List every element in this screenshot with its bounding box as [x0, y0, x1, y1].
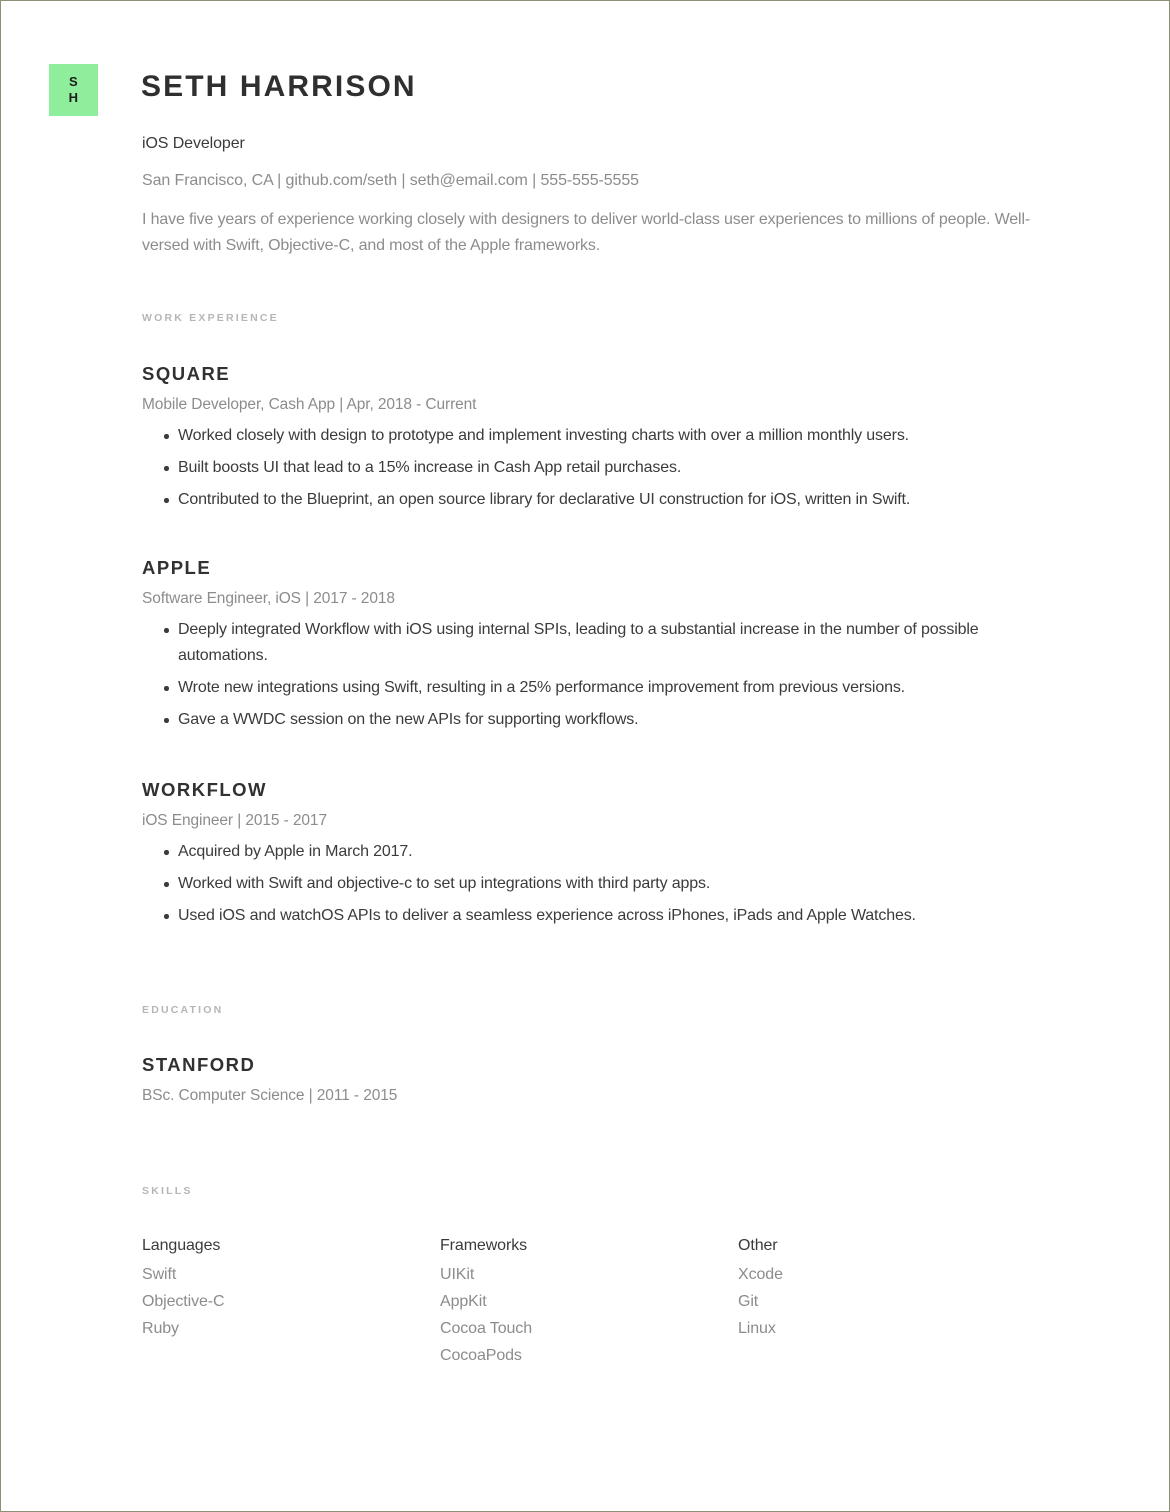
work-role-dates: Mobile Developer, Cash App | Apr, 2018 -… [142, 396, 477, 413]
candidate-role: iOS Developer [142, 135, 245, 152]
education-entry-stanford: STANFORD BSc. Computer Science | 2011 - … [142, 1054, 1042, 1105]
skills-column-title: Other [738, 1237, 778, 1254]
work-bullet: Wrote new integrations using Swift, resu… [142, 675, 1042, 701]
skills-column-languages: Languages Swift Objective-C Ruby [142, 1237, 225, 1342]
resume-sheet: S H SETH HARRISON iOS Developer San Fran… [1, 1, 1169, 1511]
work-bullet: Acquired by Apple in March 2017. [142, 839, 1042, 865]
skills-column-title: Languages [142, 1237, 221, 1254]
skills-column-other: Other Xcode Git Linux [738, 1237, 783, 1342]
section-label-education: EDUCATION [142, 1004, 224, 1016]
work-company-name: APPLE [142, 557, 212, 578]
skills-item: Git [738, 1293, 759, 1310]
work-bullet-list: Worked closely with design to prototype … [142, 423, 1042, 513]
work-bullet: Contributed to the Blueprint, an open so… [142, 487, 1042, 513]
candidate-summary: I have five years of experience working … [142, 211, 1031, 254]
contact-line: San Francisco, CA | github.com/seth | se… [142, 172, 639, 189]
resume-page: S H SETH HARRISON iOS Developer San Fran… [0, 0, 1170, 1512]
work-company-name: SQUARE [142, 363, 231, 384]
work-entry-square: SQUARE Mobile Developer, Cash App | Apr,… [142, 363, 1042, 519]
candidate-name: SETH HARRISON [141, 70, 417, 103]
section-label-skills: SKILLS [142, 1185, 193, 1197]
work-company-name: WORKFLOW [142, 779, 268, 800]
skills-item: Linux [738, 1320, 776, 1337]
work-bullet: Worked closely with design to prototype … [142, 423, 1042, 449]
skills-item: Objective-C [142, 1293, 225, 1310]
work-bullet-list: Acquired by Apple in March 2017. Worked … [142, 839, 1042, 929]
skills-item: UIKit [440, 1266, 475, 1283]
skills-item-list: Xcode Git Linux [738, 1261, 783, 1342]
work-role-dates: iOS Engineer | 2015 - 2017 [142, 812, 327, 829]
monogram-letter-bottom: H [68, 90, 79, 105]
work-bullet: Gave a WWDC session on the new APIs for … [142, 707, 1042, 733]
work-entry-apple: APPLE Software Engineer, iOS | 2017 - 20… [142, 557, 1042, 739]
work-entry-workflow: WORKFLOW iOS Engineer | 2015 - 2017 Acqu… [142, 779, 1042, 935]
skills-item: Swift [142, 1266, 177, 1283]
skills-column-title: Frameworks [440, 1237, 528, 1254]
work-bullet: Built boosts UI that lead to a 15% incre… [142, 455, 1042, 481]
skills-item: AppKit [440, 1293, 487, 1310]
section-label-work-experience: WORK EXPERIENCE [142, 312, 279, 324]
monogram-badge: S H [49, 64, 98, 116]
skills-item-list: Swift Objective-C Ruby [142, 1261, 225, 1342]
monogram-letter-top: S [69, 73, 78, 89]
skills-column-frameworks: Frameworks UIKit AppKit Cocoa Touch Coco… [440, 1237, 532, 1369]
education-degree-dates: BSc. Computer Science | 2011 - 2015 [142, 1087, 398, 1104]
skills-item: Cocoa Touch [440, 1320, 533, 1337]
work-role-dates: Software Engineer, iOS | 2017 - 2018 [142, 590, 395, 607]
skills-item: Xcode [738, 1266, 783, 1283]
work-bullet: Used iOS and watchOS APIs to deliver a s… [142, 903, 1042, 929]
education-school-name: STANFORD [142, 1054, 256, 1075]
skills-item: CocoaPods [440, 1347, 522, 1364]
skills-item-list: UIKit AppKit Cocoa Touch CocoaPods [440, 1261, 532, 1369]
work-bullet-list: Deeply integrated Workflow with iOS usin… [142, 617, 1042, 733]
work-bullet: Worked with Swift and objective-c to set… [142, 871, 1042, 897]
skills-item: Ruby [142, 1320, 179, 1337]
work-bullet: Deeply integrated Workflow with iOS usin… [142, 617, 1042, 669]
